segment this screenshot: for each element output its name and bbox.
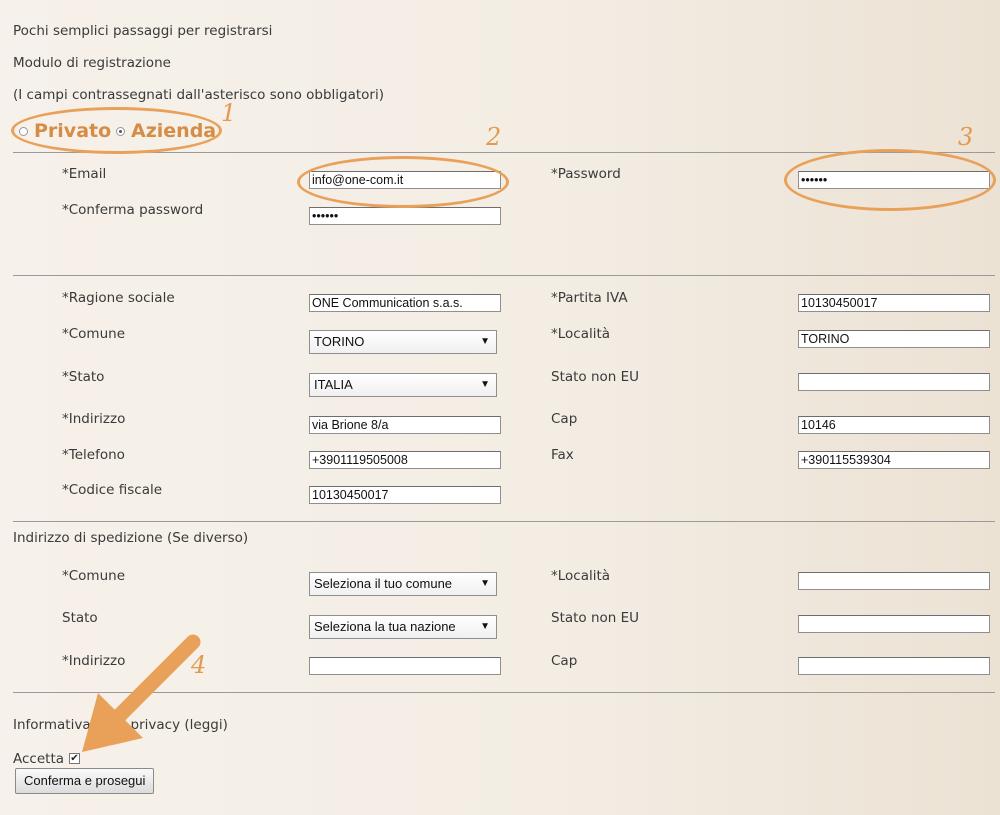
annotation-arrow: [82, 634, 201, 752]
